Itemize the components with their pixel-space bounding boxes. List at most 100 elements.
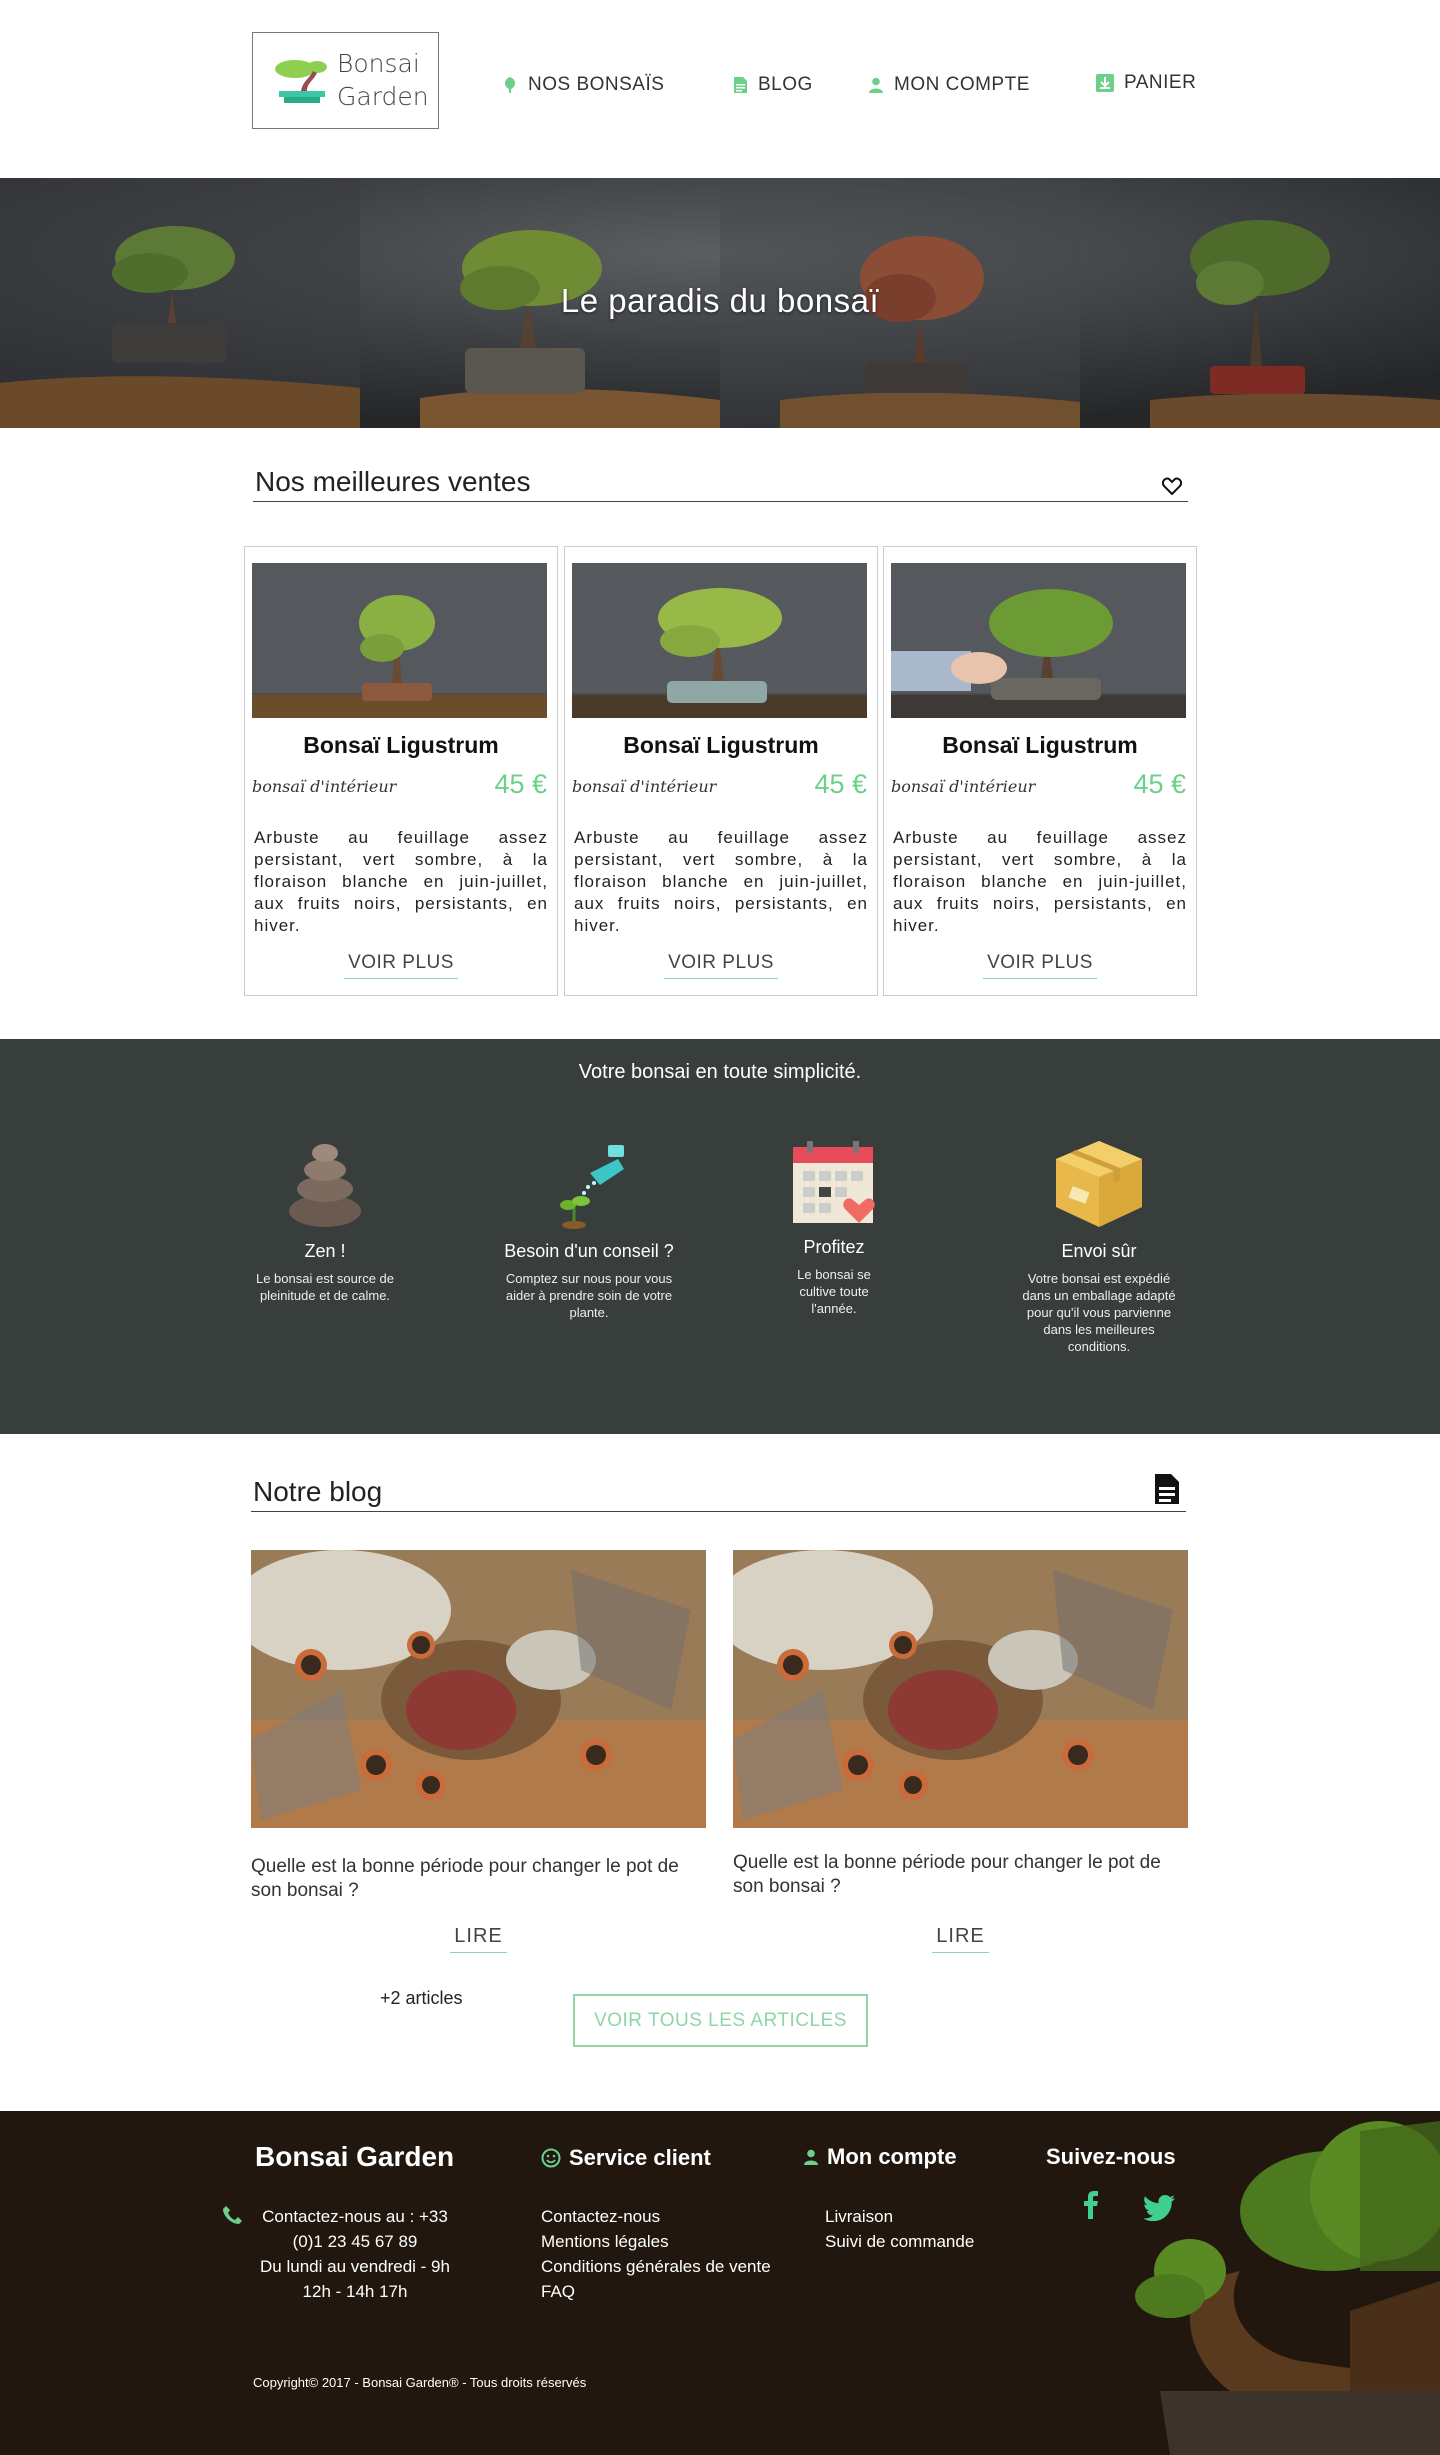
product-category: bonsaï d'intérieur bbox=[891, 777, 1036, 796]
blog-post-image[interactable] bbox=[733, 1550, 1188, 1828]
calendar-heart-icon bbox=[793, 1141, 875, 1223]
see-more-button[interactable]: VOIR PLUS bbox=[344, 952, 458, 979]
footer-contact: Contactez-nous au : +33 (0)1 23 45 67 89… bbox=[250, 2204, 460, 2304]
feature-text: Votre bonsai est expédié dans un emballa… bbox=[1022, 1271, 1176, 1354]
site-footer: Bonsai Garden Contactez-nous au : +33 (0… bbox=[0, 2111, 1440, 2455]
bonsai-tree-illustration bbox=[1135, 2121, 1440, 2455]
feature-title: Envoi sûr bbox=[1061, 1241, 1137, 1261]
bonsai-photo bbox=[891, 563, 1186, 718]
bonsai-logo-icon bbox=[275, 60, 327, 103]
blog-title: Notre blog bbox=[253, 1476, 383, 1507]
smile-icon bbox=[541, 2148, 561, 2168]
bestsellers-title: Nos meilleures ventes bbox=[255, 466, 531, 497]
logo-text: Bonsai Garden bbox=[337, 49, 429, 111]
zen-stones-icon bbox=[289, 1144, 361, 1227]
facebook-icon[interactable] bbox=[1084, 2191, 1098, 2219]
footer-copyright: Copyright© 2017 - Bonsai Garden® - Tous … bbox=[253, 2375, 587, 2390]
product-name: Bonsaï Ligustrum bbox=[942, 732, 1138, 758]
product-category: bonsaï d'intérieur bbox=[252, 777, 397, 796]
product-card[interactable]: Bonsaï Ligustrum bonsaï d'intérieur 45 €… bbox=[244, 546, 558, 996]
feature-text: Le bonsai se cultive toute l'année. bbox=[797, 1267, 871, 1316]
product-more: VOIR PLUS bbox=[565, 952, 877, 979]
more-articles-count: +2 articles bbox=[380, 1988, 463, 2008]
product-description: Arbuste au feuillage assez persistant, v… bbox=[574, 828, 868, 935]
product-price: 45 € bbox=[814, 769, 867, 799]
feature-title: Besoin d'un conseil ? bbox=[504, 1241, 674, 1261]
product-description: Arbuste au feuillage assez persistant, v… bbox=[893, 828, 1187, 935]
footer-link-faq[interactable]: FAQ bbox=[541, 2279, 771, 2304]
product-image[interactable] bbox=[572, 563, 867, 718]
footer-link-delivery[interactable]: Livraison bbox=[825, 2204, 974, 2229]
product-image[interactable] bbox=[252, 563, 547, 718]
footer-link-contact[interactable]: Contactez-nous bbox=[541, 2204, 771, 2229]
product-name: Bonsaï Ligustrum bbox=[623, 732, 819, 758]
watering-can-icon bbox=[560, 1145, 624, 1229]
bonsai-photo bbox=[572, 563, 867, 718]
see-more-button[interactable]: VOIR PLUS bbox=[983, 952, 1097, 979]
cart-download-icon bbox=[1096, 74, 1114, 92]
product-card[interactable]: Bonsaï Ligustrum bonsaï d'intérieur 45 €… bbox=[564, 546, 878, 996]
twitter-icon[interactable] bbox=[1143, 2195, 1175, 2221]
feature-zen: Zen ! Le bonsai est source de pleinitude… bbox=[230, 1139, 420, 1304]
blog-post-title[interactable]: Quelle est la bonne période pour changer… bbox=[733, 1851, 1188, 1899]
feature-enjoy: Profitez Le bonsai se cultive toute l'an… bbox=[739, 1139, 929, 1317]
leaf-icon bbox=[504, 77, 516, 93]
feature-text: Comptez sur nous pour vous aider à prend… bbox=[505, 1271, 673, 1320]
nav-account[interactable]: MON COMPTE bbox=[868, 74, 1030, 96]
document-icon bbox=[734, 77, 747, 93]
hero-title: Le paradis du bonsaï bbox=[560, 282, 880, 319]
read-button[interactable]: LIRE bbox=[450, 1925, 507, 1953]
phone-icon bbox=[223, 2206, 242, 2224]
document-icon bbox=[1155, 1474, 1179, 1504]
blog-read-wrap: LIRE bbox=[251, 1925, 706, 1953]
footer-social-title: Suivez-nous bbox=[1046, 2144, 1176, 2169]
nav-bonsais[interactable]: NOS BONSAÏS bbox=[502, 74, 664, 96]
user-icon bbox=[804, 2149, 818, 2165]
nav-blog[interactable]: BLOG bbox=[733, 74, 813, 96]
footer-link-tracking[interactable]: Suivi de commande bbox=[825, 2229, 974, 2254]
nav-cart[interactable]: PANIER bbox=[1096, 72, 1196, 94]
bonsai-photo bbox=[252, 563, 547, 718]
footer-link-legal[interactable]: Mentions légales bbox=[541, 2229, 771, 2254]
see-more-button[interactable]: VOIR PLUS bbox=[664, 952, 778, 979]
footer-service-links: Contactez-nous Mentions légales Conditio… bbox=[541, 2204, 771, 2304]
all-articles-button[interactable]: VOIR TOUS LES ARTICLES bbox=[573, 1994, 868, 2047]
feature-shipping: Envoi sûr Votre bonsai est expédié dans … bbox=[1004, 1139, 1194, 1355]
nav-cart-label: PANIER bbox=[1124, 72, 1197, 93]
footer-link-terms[interactable]: Conditions générales de vente bbox=[541, 2254, 771, 2279]
product-more: VOIR PLUS bbox=[884, 952, 1196, 979]
nav-blog-label: BLOG bbox=[758, 74, 813, 95]
hero-banner: Le paradis du bonsaï bbox=[0, 178, 1440, 428]
blog-post-title[interactable]: Quelle est la bonne période pour changer… bbox=[251, 1855, 706, 1903]
blog-post-image[interactable] bbox=[251, 1550, 706, 1828]
read-button[interactable]: LIRE bbox=[932, 1925, 989, 1953]
user-icon bbox=[869, 77, 883, 93]
product-image[interactable] bbox=[891, 563, 1186, 718]
bestsellers-header: Nos meilleures ventes bbox=[253, 462, 1188, 502]
footer-brand: Bonsai Garden bbox=[255, 2141, 455, 2172]
footer-account-title: Mon compte bbox=[803, 2144, 957, 2170]
product-category: bonsaï d'intérieur bbox=[572, 777, 717, 796]
site-header: Bonsai Garden NOS BONSAÏS BLOG MON COMPT… bbox=[0, 0, 1440, 178]
site-logo[interactable]: Bonsai Garden bbox=[252, 32, 439, 129]
heart-icon bbox=[1162, 477, 1182, 495]
contact-hours: Du lundi au vendredi - 9h bbox=[260, 2257, 450, 2276]
contact-phone-number[interactable]: (0)1 23 45 67 89 bbox=[250, 2229, 460, 2254]
product-card[interactable]: Bonsaï Ligustrum bonsaï d'intérieur 45 €… bbox=[883, 546, 1197, 996]
potting-table-photo bbox=[251, 1550, 706, 1828]
footer-account-links: Livraison Suivi de commande bbox=[825, 2204, 974, 2254]
footer-service-title: Service client bbox=[541, 2145, 711, 2171]
contact-phone-label: Contactez-nous au : +33 bbox=[262, 2207, 448, 2226]
product-description: Arbuste au feuillage assez persistant, v… bbox=[254, 828, 548, 935]
product-name: Bonsaï Ligustrum bbox=[303, 732, 499, 758]
contact-hours-2: 12h - 14h 17h bbox=[302, 2282, 408, 2301]
feature-text: Le bonsai est source de pleinitude et de… bbox=[255, 1271, 395, 1303]
features-band: Votre bonsai en toute simplicité. Zen ! … bbox=[0, 1039, 1440, 1434]
features-heading: Votre bonsai en toute simplicité. bbox=[578, 1061, 862, 1083]
nav-account-label: MON COMPTE bbox=[894, 74, 1030, 95]
package-box-icon bbox=[1056, 1141, 1142, 1227]
potting-table-photo bbox=[733, 1550, 1188, 1828]
feature-title: Profitez bbox=[803, 1237, 865, 1257]
product-price: 45 € bbox=[1133, 769, 1186, 799]
blog-header: Notre blog bbox=[251, 1472, 1186, 1512]
